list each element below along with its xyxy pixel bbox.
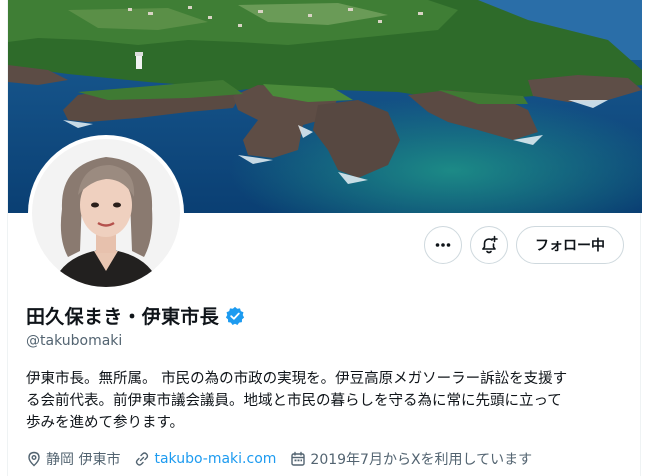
profile-bio: 伊東市長。無所属。 市民の為の市政の実現を。伊豆高原メガソーラー訴訟を支援す る… [26, 368, 632, 434]
more-icon [435, 243, 451, 247]
notify-button[interactable] [470, 226, 508, 264]
profile-meta: 静岡 伊東市 takubo-maki.com 2019年7月からXを利用していま… [26, 449, 532, 469]
name-row: 田久保まき・伊東市長 [26, 302, 245, 329]
calendar-icon [291, 451, 306, 466]
bell-plus-icon [482, 235, 498, 254]
user-handle: @takubomaki [26, 333, 123, 349]
location-item: 静岡 伊東市 [26, 449, 120, 469]
avatar[interactable] [28, 135, 184, 291]
website-link[interactable]: takubo-maki.com [154, 451, 276, 467]
display-name: 田久保まき・伊東市長 [26, 306, 220, 328]
joined-text: 2019年7月からXを利用しています [310, 452, 533, 468]
location-pin-icon [28, 451, 40, 467]
profile-actions: フォロー中 [424, 226, 624, 264]
verified-badge-icon[interactable] [225, 306, 245, 326]
profile-card: フォロー中 田久保まき・伊東市長 @takubomaki 伊東市長。無所属。 市… [7, 0, 642, 476]
bio-line: る会前代表。前伊東市議会議員。地域と市民の暮らしを守る為に常に先頭に立って [26, 393, 562, 409]
website-item[interactable]: takubo-maki.com [134, 451, 276, 467]
more-button[interactable] [424, 226, 462, 264]
bio-line: 伊東市長。無所属。 市民の為の市政の実現を。伊豆高原メガソーラー訴訟を支援す [26, 371, 568, 387]
location-text: 静岡 伊東市 [46, 452, 121, 468]
following-button[interactable]: フォロー中 [516, 226, 624, 264]
joined-item: 2019年7月からXを利用しています [290, 449, 532, 469]
avatar-portrait [32, 139, 180, 287]
link-icon [136, 452, 149, 466]
bio-line: 歩みを進めて参ります。 [26, 415, 185, 431]
